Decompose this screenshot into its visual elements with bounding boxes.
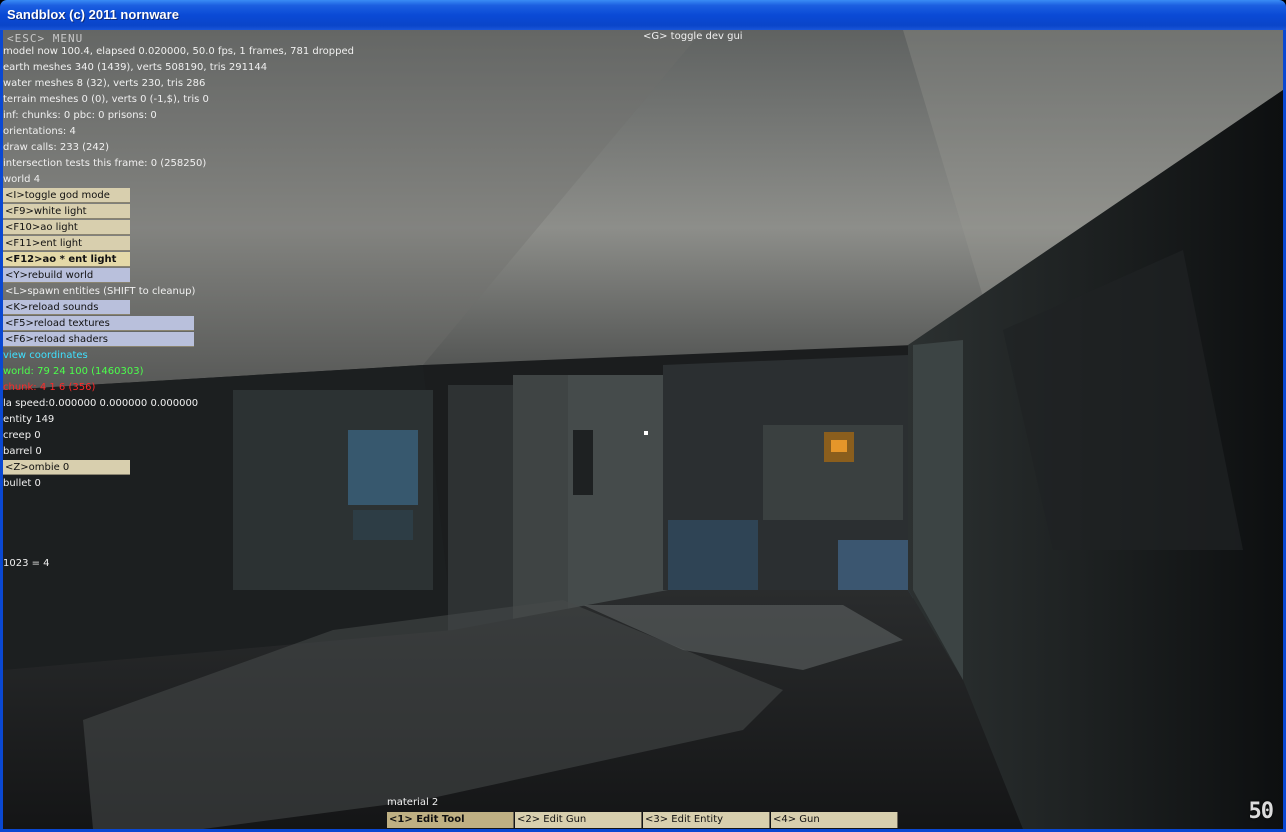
tool-edit-gun[interactable]: <2> Edit Gun	[515, 812, 642, 828]
dev-gui-hint: <G> toggle dev gui	[643, 31, 743, 42]
barrel-count: barrel 0	[3, 446, 42, 457]
stat-line: intersection tests this frame: 0 (258250…	[3, 158, 207, 169]
debug-equation: 1023 = 4	[3, 558, 50, 569]
white-light-button[interactable]: <F9>white light	[3, 204, 130, 219]
toggle-god-mode-button[interactable]: <I>toggle god mode	[3, 188, 130, 203]
bullet-count: bullet 0	[3, 478, 41, 489]
ent-light-button[interactable]: <F11>ent light	[3, 236, 130, 251]
la-speed: la speed:0.000000 0.000000 0.000000	[3, 398, 199, 409]
stat-line: terrain meshes 0 (0), verts 0 (-1,$), tr…	[3, 94, 209, 105]
tool-edit-tool[interactable]: <1> Edit Tool	[387, 812, 514, 828]
window-title-bar[interactable]: Sandblox (c) 2011 nornware	[0, 0, 1286, 30]
game-viewport[interactable]: <ESC> MENU <G> toggle dev gui model now …	[3, 30, 1283, 829]
crosshair	[644, 431, 648, 435]
stat-line: earth meshes 340 (1439), verts 508190, t…	[3, 62, 268, 73]
fps-counter: 50	[1248, 799, 1274, 824]
stat-line: orientations: 4	[3, 126, 76, 137]
stat-line: draw calls: 233 (242)	[3, 142, 110, 153]
rebuild-world-button[interactable]: <Y>rebuild world	[3, 268, 130, 283]
entity-count: entity 149	[3, 414, 55, 425]
material-label: material 2	[387, 797, 439, 808]
ao-ent-light-button[interactable]: <F12>ao * ent light	[3, 252, 130, 267]
chunk-coordinates: chunk: 4 1 6 (356)	[3, 382, 96, 393]
spawn-entities-button[interactable]: <L>spawn entities (SHIFT to cleanup)	[5, 284, 195, 300]
tool-edit-entity[interactable]: <3> Edit Entity	[643, 812, 770, 828]
world-coordinates: world: 79 24 100 (1460303)	[3, 366, 144, 377]
reload-textures-button[interactable]: <F5>reload textures	[3, 316, 194, 331]
stat-line: world 4	[3, 174, 41, 185]
stat-line: model now 100.4, elapsed 0.020000, 50.0 …	[3, 46, 354, 57]
zombie-button[interactable]: <Z>ombie 0	[3, 460, 130, 475]
ao-light-button[interactable]: <F10>ao light	[3, 220, 130, 235]
creep-count: creep 0	[3, 430, 41, 441]
stat-line: inf: chunks: 0 pbc: 0 prisons: 0	[3, 110, 157, 121]
reload-sounds-button[interactable]: <K>reload sounds	[3, 300, 130, 315]
reload-shaders-button[interactable]: <F6>reload shaders	[3, 332, 194, 347]
view-coordinates-label[interactable]: view coordinates	[3, 348, 88, 364]
tool-gun[interactable]: <4> Gun	[771, 812, 898, 828]
debug-panel: model now 100.4, elapsed 0.020000, 50.0 …	[3, 44, 403, 604]
window-title: Sandblox (c) 2011 nornware	[7, 7, 179, 22]
stat-line: water meshes 8 (32), verts 230, tris 286	[3, 78, 206, 89]
